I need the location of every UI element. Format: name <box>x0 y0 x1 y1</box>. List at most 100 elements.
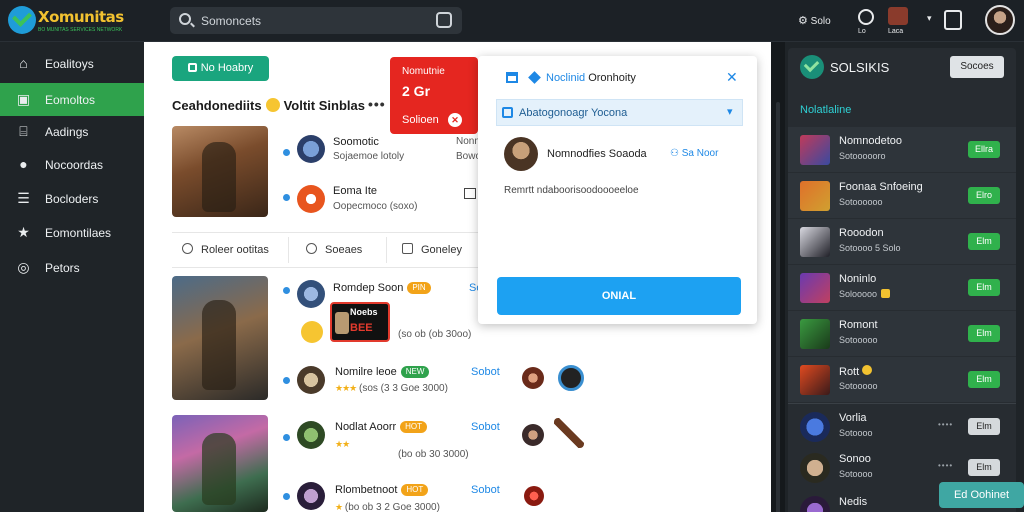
list-item[interactable]: Romont Sotooooo Elm <box>788 311 1016 356</box>
close-icon[interactable]: ✕ <box>726 69 738 86</box>
post-meta-row: ★★★ (sos (3 3 Goe 3000) <box>335 383 448 394</box>
avatar <box>297 280 325 308</box>
chevron-down-icon[interactable]: ▾ <box>927 13 932 24</box>
item-join-button[interactable]: Elm <box>968 279 1000 296</box>
document-icon[interactable] <box>944 10 962 30</box>
item-join-button[interactable]: Elm <box>968 459 1000 476</box>
new-post-button[interactable]: No Hoabry <box>172 56 269 81</box>
scrollbar-thumb[interactable] <box>776 102 780 512</box>
game-thumb-icon <box>800 135 830 165</box>
community-select[interactable]: Abatogonoagr Yocona ▾ <box>496 99 743 126</box>
topbar-item-2[interactable]: Lo <box>858 9 874 36</box>
item-meta: Sotoooo 5 Solo <box>839 243 901 253</box>
avatar <box>504 137 538 171</box>
panel-section-heading: Nolatlaline <box>800 104 852 116</box>
more-dots-icon[interactable]: •••• <box>938 461 953 470</box>
item-name: Nedis <box>839 496 868 508</box>
chat-button[interactable]: Ed Oohinet <box>939 482 1024 508</box>
online-dot-icon <box>283 149 290 156</box>
reaction-avatar-icon[interactable] <box>522 424 544 446</box>
item-join-button[interactable]: Elm <box>968 418 1000 435</box>
filter-icon[interactable] <box>436 12 452 28</box>
comment-icon <box>306 243 317 254</box>
tab-share[interactable]: Goneley <box>402 233 462 267</box>
badge-avatar <box>335 312 349 334</box>
controller-icon[interactable] <box>558 365 584 391</box>
list-item[interactable]: Foonaa Snfoeing Sotoooooo Elro <box>788 173 1016 218</box>
game-thumb-icon <box>800 319 830 349</box>
post-author-name: Nomilre leoe <box>335 366 397 378</box>
topbar-item-3[interactable]: Laca <box>888 7 908 36</box>
tab-replies[interactable]: Roleer ootitas <box>182 233 269 267</box>
checkbox-icon <box>502 107 513 118</box>
sidebar-item-store[interactable]: ⌸ Aadings <box>0 115 144 148</box>
post-author: Romdep Soon PIN <box>333 282 431 294</box>
rating-stars-icon: ★★★ <box>335 383 357 393</box>
confirm-button[interactable]: ONIAL <box>497 277 741 315</box>
sidebar-item-home[interactable]: ⌂ Eoalitoys <box>0 47 144 80</box>
list-item[interactable]: Noninlo Solooooo Elm <box>788 265 1016 310</box>
topbar-item-1[interactable]: ⚙ Solo <box>798 14 831 27</box>
sidebar-item-list[interactable]: ☰ Bocloders <box>0 182 144 215</box>
panel-action-button[interactable]: Socoes <box>950 56 1004 78</box>
follow-link[interactable]: ⚇ Sa Noor <box>670 148 718 159</box>
topbar-item-1-label: Solo <box>810 16 831 27</box>
reaction-avatar-icon[interactable] <box>522 367 544 389</box>
item-join-button[interactable]: Elro <box>968 187 1000 204</box>
scrollbar[interactable] <box>771 42 785 512</box>
sidebar-item-favorites[interactable]: ★ Eomontilaes <box>0 216 144 249</box>
new-post-label: No Hoabry <box>200 62 254 74</box>
item-name: Foonaa Snfoeing <box>839 181 923 193</box>
post-meta: (so ob (ob 30oo) <box>398 329 472 340</box>
list-item[interactable]: Nomnodetoo Sotoooooro Ellra <box>788 127 1016 172</box>
comment-icon[interactable] <box>464 188 476 199</box>
reaction-icon[interactable] <box>524 486 544 506</box>
item-join-button[interactable]: Elm <box>968 233 1000 250</box>
community-popup-card: Noclinid Oronhoity ✕ Abatogonoagr Yocona… <box>478 56 757 324</box>
sidebar-item-settings[interactable]: ◎ Petors <box>0 251 144 284</box>
post-author: Soomotic <box>333 136 379 148</box>
close-icon[interactable]: ✕ <box>448 113 462 127</box>
post-thumbnail[interactable] <box>172 415 268 512</box>
weapon-icon[interactable] <box>554 418 584 448</box>
avatar[interactable] <box>985 5 1015 35</box>
home-icon <box>506 72 518 83</box>
search-input[interactable]: Somoncets <box>170 7 462 34</box>
card-header: Noclinid Oronhoity ✕ <box>478 56 757 94</box>
logo-check-icon <box>8 6 36 34</box>
list-item[interactable]: Rooodon Sotoooo 5 Solo Elm <box>788 219 1016 264</box>
more-dots-icon[interactable]: •••• <box>938 420 953 429</box>
tab-divider <box>288 237 289 263</box>
sidebar-item-users[interactable]: ● Nocoordas <box>0 148 144 181</box>
notification-popup[interactable]: Nomutnie 2 Gr Solioen ✕ <box>390 57 484 134</box>
user-plus-icon: ⚇ <box>670 148 679 159</box>
item-meta: Sotooooo <box>839 335 878 345</box>
item-join-button[interactable]: Elm <box>968 325 1000 342</box>
sidebar-item-label: Eomontilaes <box>45 226 112 240</box>
card-title-highlight: Noclinid <box>546 72 586 84</box>
item-name: Rooodon <box>839 227 884 239</box>
brand-tagline: BO MUNITAS SERVICES NETWORK <box>38 27 123 33</box>
post-author: Eoma Ite <box>333 185 378 197</box>
item-join-button[interactable]: Ellra <box>968 141 1000 158</box>
item-meta: Solooooo <box>839 289 878 299</box>
more-options-icon[interactable]: ••• <box>368 96 386 112</box>
bell-icon <box>858 9 874 25</box>
list-item[interactable]: Rott Sotooooo Elm <box>788 357 1016 402</box>
item-join-button[interactable]: Elm <box>968 371 1000 388</box>
list-item[interactable]: Vorlia Sotoooo •••• Elm <box>788 404 1016 449</box>
post-link[interactable]: Sobot <box>471 366 500 378</box>
game-thumb-icon <box>800 273 830 303</box>
item-meta: Sotooooo <box>839 381 878 391</box>
app-logo[interactable]: Xomunitas BO MUNITAS SERVICES NETWORK <box>8 6 138 36</box>
settings-icon: ◎ <box>17 259 30 275</box>
tab-comments[interactable]: Soeaes <box>306 233 362 267</box>
post-link[interactable]: Sobot <box>471 421 500 433</box>
post-link[interactable]: Sobot <box>471 484 500 496</box>
post-thumbnail[interactable] <box>172 276 268 400</box>
game-thumb-icon <box>800 181 830 211</box>
avatar <box>297 366 325 394</box>
post-thumbnail[interactable] <box>172 126 268 217</box>
sidebar-item-feed[interactable]: ▣ Eomoltos <box>0 83 144 116</box>
item-name: Rott <box>839 366 860 378</box>
